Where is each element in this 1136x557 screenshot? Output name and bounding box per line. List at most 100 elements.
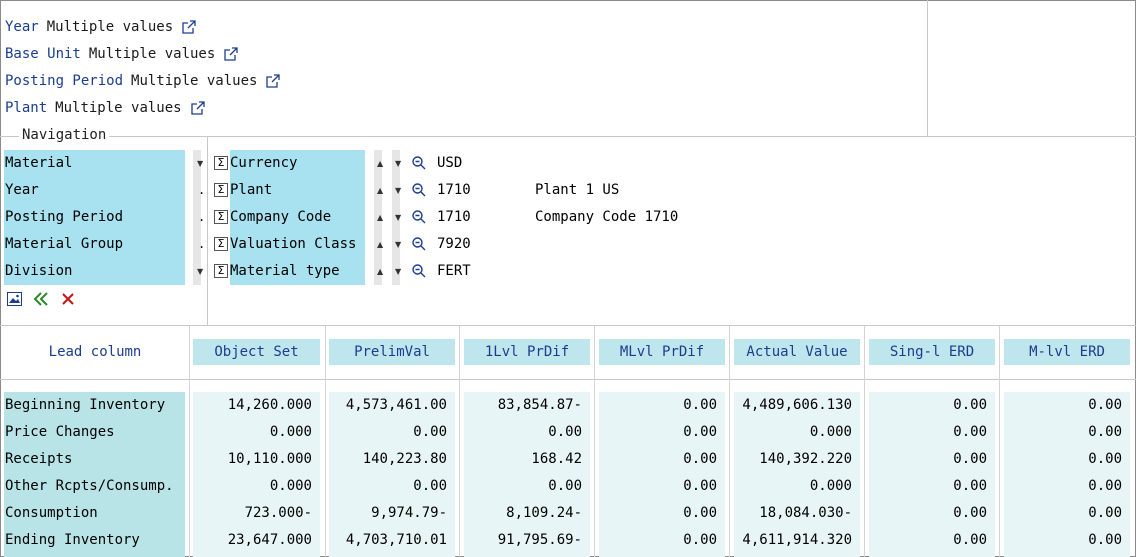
triangle-down-icon[interactable]: ▼ bbox=[395, 231, 401, 258]
lead-column-header[interactable]: Lead column bbox=[0, 339, 190, 365]
external-link-icon[interactable] bbox=[223, 46, 239, 62]
magnifier-icon[interactable] bbox=[411, 236, 427, 252]
triangle-up-icon[interactable]: ▲ bbox=[377, 204, 383, 231]
row-label[interactable]: Receipts bbox=[5, 446, 72, 473]
sigma-icon[interactable]: Σ bbox=[214, 264, 228, 278]
table-cell[interactable]: 0.00 bbox=[1004, 527, 1122, 554]
table-cell[interactable]: 10,110.000 bbox=[193, 446, 312, 473]
external-link-icon[interactable] bbox=[190, 100, 206, 116]
magnifier-icon[interactable] bbox=[411, 155, 427, 171]
column-header[interactable]: 1Lvl PrDif bbox=[464, 339, 590, 365]
row-label[interactable]: Price Changes bbox=[5, 419, 115, 446]
external-link-icon[interactable] bbox=[181, 19, 197, 35]
table-cell[interactable]: 91,795.69- bbox=[464, 527, 582, 554]
filter-posting-period[interactable]: Posting Period Multiple values bbox=[5, 71, 281, 91]
sigma-icon[interactable]: Σ bbox=[214, 183, 228, 197]
triangle-down-icon[interactable]: ▼ bbox=[395, 150, 401, 177]
triangle-down-icon[interactable]: ▼ bbox=[395, 177, 401, 204]
triangle-sort-icon[interactable]: ▼ bbox=[197, 150, 203, 177]
table-cell[interactable]: 9,974.79- bbox=[329, 500, 447, 527]
column-header[interactable]: MLvl PrDif bbox=[599, 339, 725, 365]
nav-col-company-code[interactable]: Company Code bbox=[230, 204, 331, 231]
triangle-sort-icon[interactable]: ▼ bbox=[197, 258, 203, 285]
table-cell[interactable]: 0.00 bbox=[1004, 446, 1122, 473]
table-cell[interactable]: 0.00 bbox=[1004, 500, 1122, 527]
nav-row-posting-period[interactable]: Posting Period bbox=[5, 204, 123, 231]
table-cell[interactable]: 4,573,461.00 bbox=[329, 392, 447, 419]
nav-row-division[interactable]: Division bbox=[5, 258, 72, 285]
triangle-down-icon[interactable]: ▼ bbox=[395, 258, 401, 285]
table-cell[interactable]: 0.00 bbox=[464, 473, 582, 500]
nav-col-valuation-class[interactable]: Valuation Class bbox=[230, 231, 356, 258]
column-header[interactable]: Object Set bbox=[193, 339, 320, 365]
table-cell[interactable]: 723.000- bbox=[193, 500, 312, 527]
row-label[interactable]: Consumption bbox=[5, 500, 98, 527]
table-cell[interactable]: 0.00 bbox=[599, 500, 717, 527]
column-header[interactable]: M-lvl ERD bbox=[1004, 339, 1130, 365]
table-cell[interactable]: 18,084.030- bbox=[734, 500, 852, 527]
row-label[interactable]: Other Rcpts/Consump. bbox=[5, 473, 174, 500]
magnifier-icon[interactable] bbox=[411, 263, 427, 279]
nav-col-currency[interactable]: Currency bbox=[230, 150, 297, 177]
magnifier-icon[interactable] bbox=[411, 209, 427, 225]
table-cell[interactable]: 140,392.220 bbox=[734, 446, 852, 473]
triangle-up-icon[interactable]: ▲ bbox=[377, 258, 383, 285]
column-header[interactable]: PrelimVal bbox=[329, 339, 455, 365]
magnifier-icon[interactable] bbox=[411, 182, 427, 198]
row-label[interactable]: Beginning Inventory bbox=[5, 392, 165, 419]
table-cell[interactable]: 0.000 bbox=[193, 419, 312, 446]
triangle-up-icon[interactable]: ▲ bbox=[377, 177, 383, 204]
table-cell[interactable]: 0.00 bbox=[869, 392, 987, 419]
table-cell[interactable]: 0.00 bbox=[464, 419, 582, 446]
column-header[interactable]: Sing-l ERD bbox=[869, 339, 995, 365]
table-cell[interactable]: 0.00 bbox=[599, 419, 717, 446]
column-header[interactable]: Actual Value bbox=[734, 339, 860, 365]
table-cell[interactable]: 14,260.000 bbox=[193, 392, 312, 419]
nav-row-year[interactable]: Year bbox=[5, 177, 39, 204]
table-cell[interactable]: 0.00 bbox=[599, 446, 717, 473]
table-cell[interactable]: 0.00 bbox=[869, 446, 987, 473]
close-icon[interactable] bbox=[59, 290, 77, 308]
table-cell[interactable]: 0.00 bbox=[869, 527, 987, 554]
table-cell[interactable]: 0.00 bbox=[599, 527, 717, 554]
table-cell[interactable]: 0.000 bbox=[734, 419, 852, 446]
table-cell[interactable]: 0.00 bbox=[869, 500, 987, 527]
row-label[interactable]: Ending Inventory bbox=[5, 527, 140, 554]
table-cell[interactable]: 0.00 bbox=[599, 392, 717, 419]
nav-col-material-type[interactable]: Material type bbox=[230, 258, 340, 285]
double-chevron-left-icon[interactable] bbox=[32, 290, 50, 308]
triangle-up-icon[interactable]: ▲ bbox=[377, 150, 383, 177]
table-cell[interactable]: 8,109.24- bbox=[464, 500, 582, 527]
filter-base-unit[interactable]: Base Unit Multiple values bbox=[5, 44, 239, 64]
table-cell[interactable]: 0.00 bbox=[1004, 392, 1122, 419]
filter-year[interactable]: Year Multiple values bbox=[5, 17, 197, 37]
table-cell[interactable]: 0.00 bbox=[869, 473, 987, 500]
nav-row-material[interactable]: Material bbox=[5, 150, 72, 177]
table-cell[interactable]: 0.00 bbox=[329, 419, 447, 446]
triangle-up-icon[interactable]: ▲ bbox=[377, 231, 383, 258]
table-cell[interactable]: 0.00 bbox=[329, 473, 447, 500]
table-cell[interactable]: 0.000 bbox=[734, 473, 852, 500]
table-cell[interactable]: 0.00 bbox=[869, 419, 987, 446]
sigma-icon[interactable]: Σ bbox=[214, 210, 228, 224]
sigma-icon[interactable]: Σ bbox=[214, 237, 228, 251]
filter-plant[interactable]: Plant Multiple values bbox=[5, 98, 206, 118]
picture-icon[interactable] bbox=[5, 290, 23, 308]
table-cell[interactable]: 23,647.000 bbox=[193, 527, 312, 554]
sigma-icon[interactable]: Σ bbox=[214, 156, 228, 170]
triangle-down-icon[interactable]: ▼ bbox=[395, 204, 401, 231]
table-cell[interactable]: 4,611,914.320 bbox=[734, 527, 852, 554]
external-link-icon[interactable] bbox=[265, 73, 281, 89]
table-cell[interactable]: 168.42 bbox=[464, 446, 582, 473]
table-cell[interactable]: 4,703,710.01 bbox=[329, 527, 447, 554]
column-divider bbox=[999, 326, 1000, 557]
table-cell[interactable]: 0.000 bbox=[193, 473, 312, 500]
nav-row-material-group[interactable]: Material Group bbox=[5, 231, 123, 258]
table-cell[interactable]: 140,223.80 bbox=[329, 446, 447, 473]
table-cell[interactable]: 0.00 bbox=[599, 473, 717, 500]
nav-col-plant[interactable]: Plant bbox=[230, 177, 272, 204]
table-cell[interactable]: 83,854.87- bbox=[464, 392, 582, 419]
table-cell[interactable]: 0.00 bbox=[1004, 419, 1122, 446]
table-cell[interactable]: 4,489,606.130 bbox=[734, 392, 852, 419]
table-cell[interactable]: 0.00 bbox=[1004, 473, 1122, 500]
